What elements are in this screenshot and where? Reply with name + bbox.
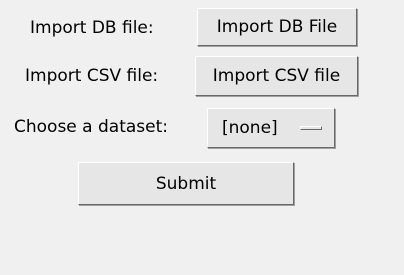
dataset-selected-value: [none] (222, 118, 278, 138)
import-csv-button[interactable]: Import CSV file (195, 56, 358, 96)
import-db-button[interactable]: Import DB File (197, 8, 357, 46)
choose-dataset-label: Choose a dataset: (14, 117, 168, 137)
import-db-label: Import DB file: (30, 18, 154, 38)
option-menu-indicator-icon (300, 126, 322, 130)
dataset-select[interactable]: [none] (207, 108, 335, 148)
submit-button[interactable]: Submit (78, 162, 294, 205)
import-csv-label: Import CSV file: (25, 66, 159, 86)
app-window: Import DB file: Import DB File Import CS… (0, 0, 404, 275)
